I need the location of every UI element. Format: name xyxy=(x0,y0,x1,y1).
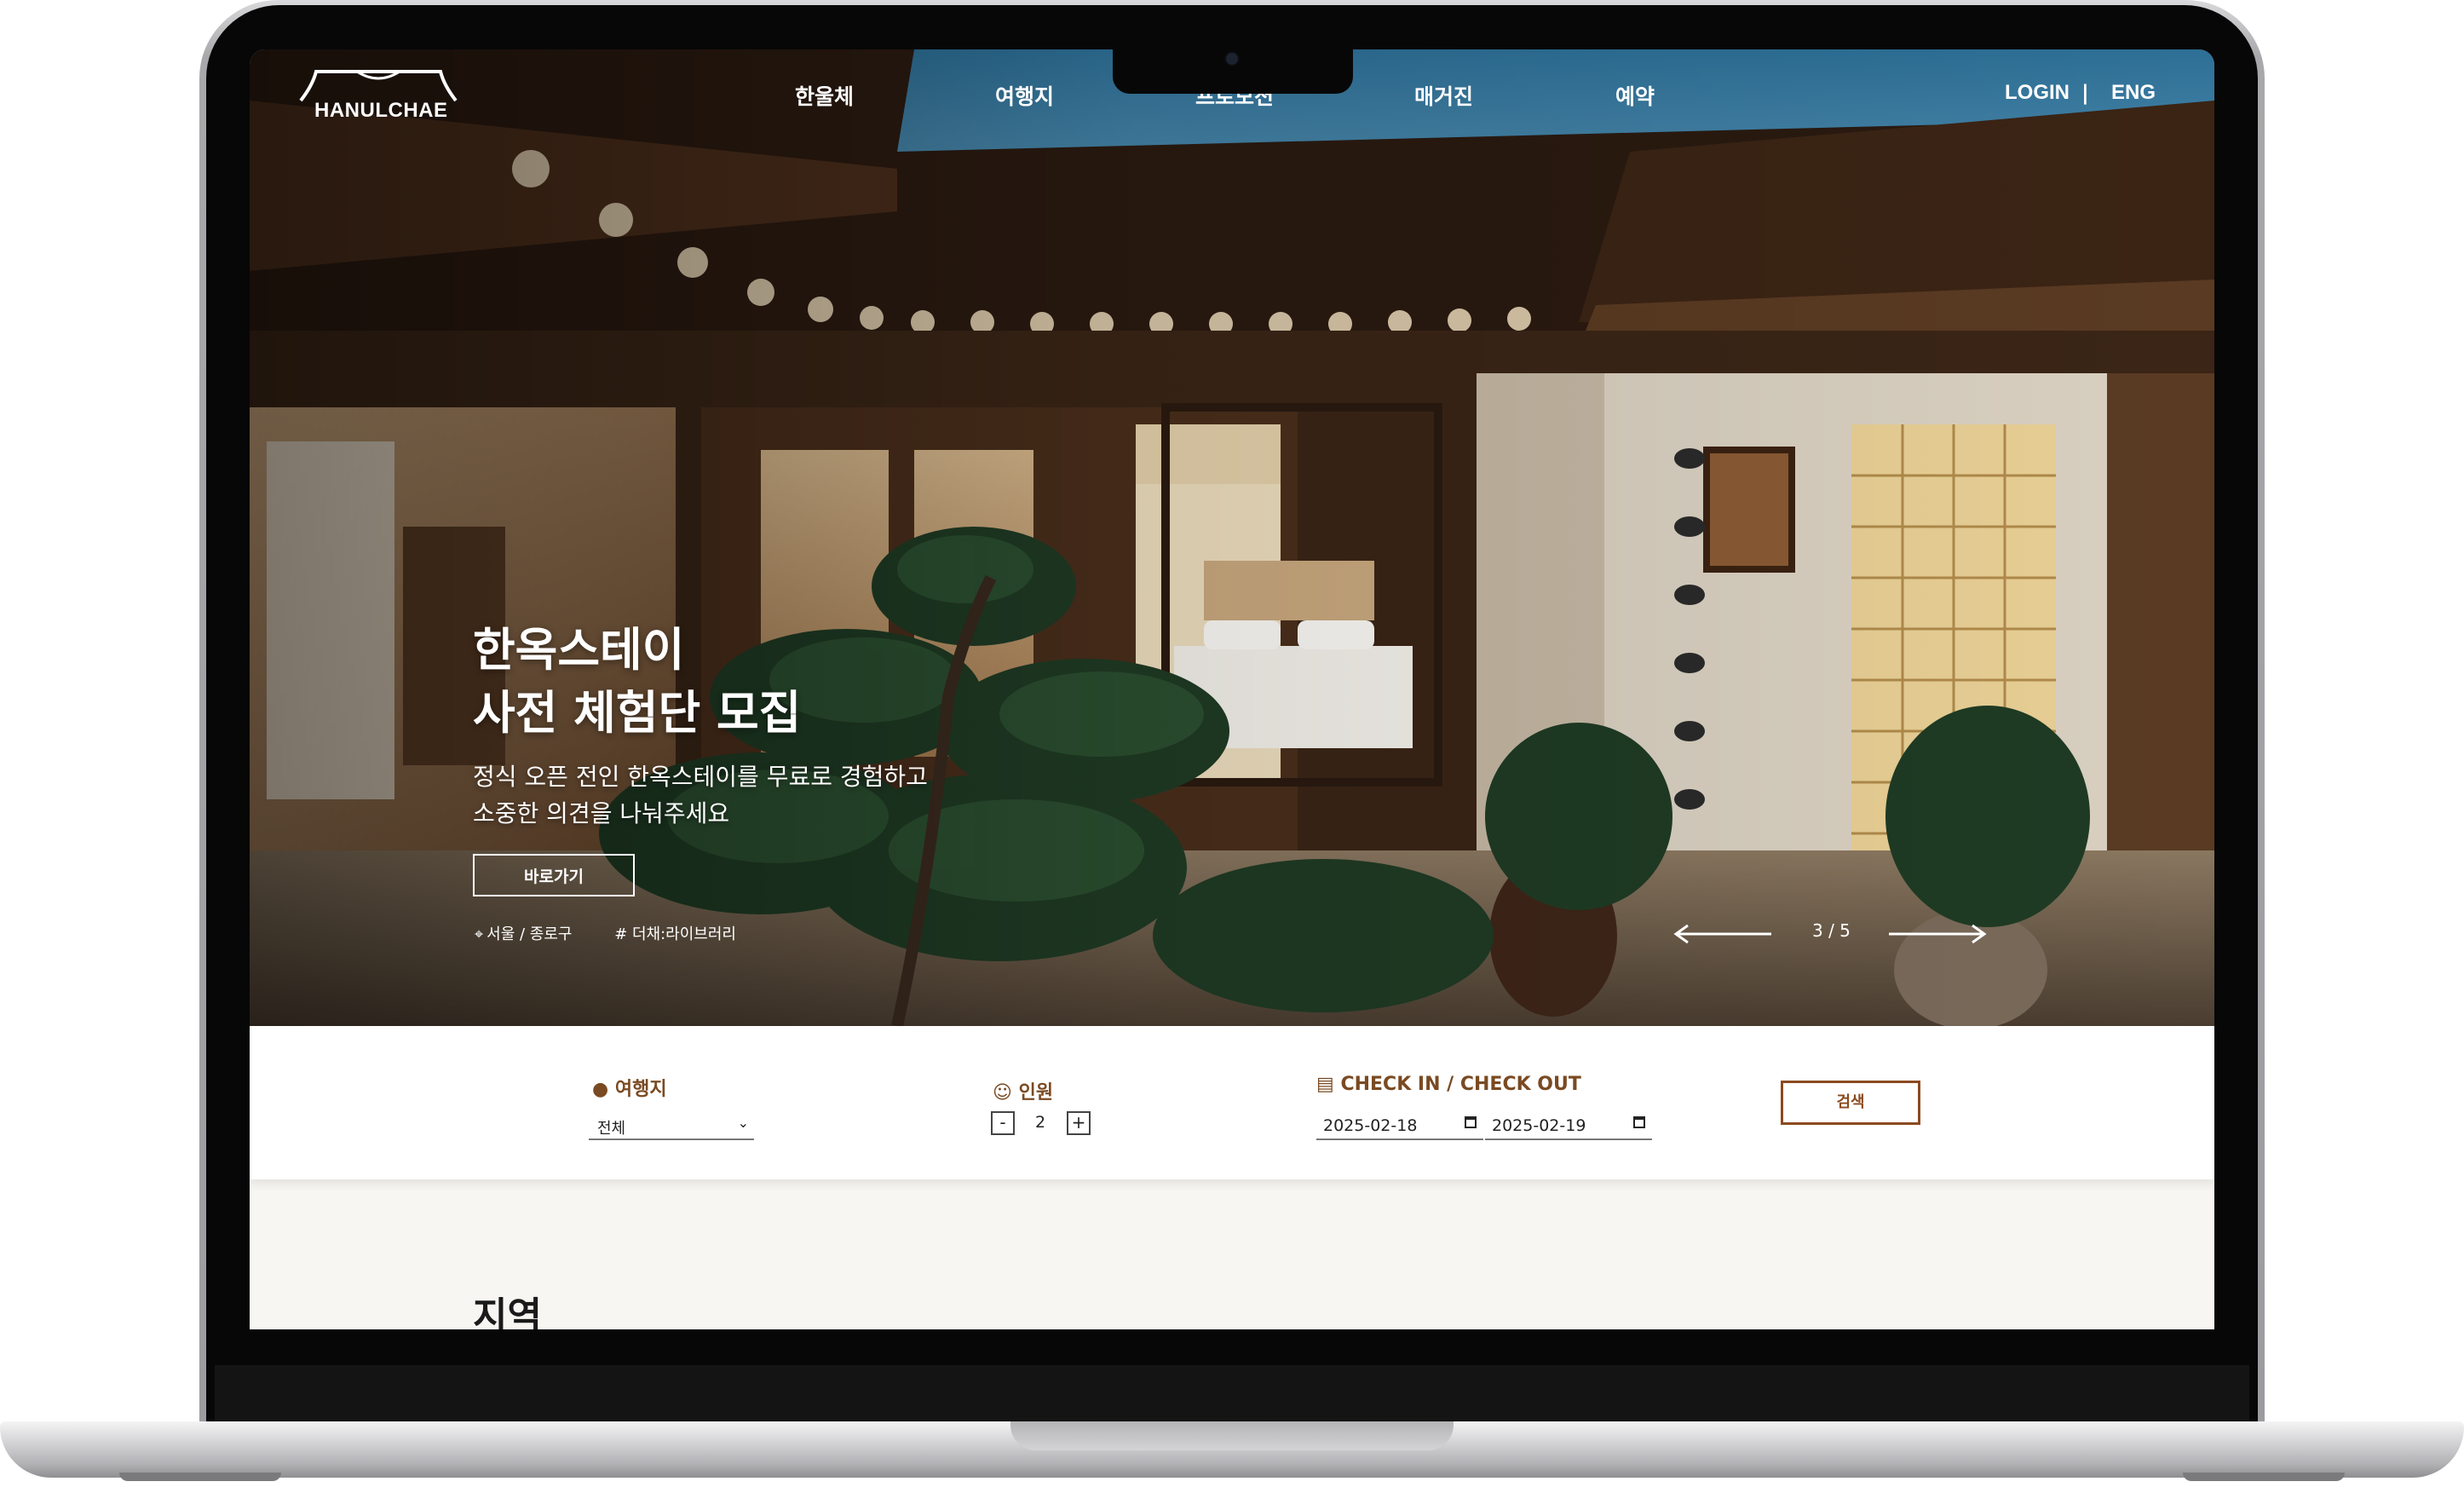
hero-section: HANULCHAE 한울체 여행지 프로모션 매거진 예약 LOGIN | EN… xyxy=(250,49,2214,1026)
arrow-left-icon[interactable] xyxy=(1672,924,1775,944)
guests-increment-button[interactable]: + xyxy=(1067,1111,1091,1135)
person-icon: ☺ xyxy=(993,1082,1012,1104)
login-link[interactable]: LOGIN xyxy=(2005,81,2070,105)
checkout-date-input[interactable]: 2025-02-19 xyxy=(1485,1111,1652,1140)
brand-name: HANULCHAE xyxy=(314,99,448,122)
checkout-value: 2025-02-19 xyxy=(1492,1116,1586,1135)
location-tag: ⌖ 서울 / 종로구 xyxy=(475,925,590,943)
hero-subtitle-line1: 정식 오픈 전인 한옥스테이를 무료로 경험하고 xyxy=(473,763,928,791)
checkin-date-input[interactable]: 2025-02-18 xyxy=(1316,1111,1483,1140)
guests-label: ☺ 인원 xyxy=(993,1077,1053,1104)
destination-label-text: 여행지 xyxy=(614,1079,667,1100)
hero-title: 한옥스테이 사전 체험단 모집 xyxy=(473,619,801,745)
slider-controls: 3 / 5 xyxy=(1672,919,1988,953)
hero-title-line1: 한옥스테이 xyxy=(473,623,685,677)
hero-subtitle: 정식 오픈 전인 한옥스테이를 무료로 경험하고 소중한 의견을 나눠주세요 xyxy=(473,758,928,832)
hero-meta: ⌖ 서울 / 종로구 # 더채:라이브러리 xyxy=(475,922,755,944)
destination-select[interactable]: 전체 ⌄ xyxy=(589,1111,754,1140)
search-button[interactable]: 검색 xyxy=(1781,1081,1920,1125)
laptop-base-notch xyxy=(1010,1421,1454,1450)
camera-icon xyxy=(1224,51,1240,66)
booking-search-bar: ● 여행지 전체 ⌄ ☺ 인원 - 2 + ▤ CHECK IN / CHECK… xyxy=(250,1026,2214,1179)
arrow-right-icon[interactable] xyxy=(1885,924,1988,944)
nav-destinations[interactable]: 여행지 xyxy=(995,80,1054,111)
dates-label-text: CHECK IN / CHECK OUT xyxy=(1340,1074,1581,1095)
location-text: 서울 / 종로구 xyxy=(486,925,573,943)
destination-value: 전체 xyxy=(597,1120,626,1138)
chevron-down-icon: ⌄ xyxy=(737,1115,749,1131)
hero-title-line2: 사전 체험단 모집 xyxy=(473,686,802,740)
hashtag-text[interactable]: # 더채:라이브러리 xyxy=(614,925,736,943)
map-pin-icon: ● xyxy=(592,1079,609,1100)
calendar-icon[interactable] xyxy=(1465,1116,1477,1128)
guests-label-text: 인원 xyxy=(1018,1082,1054,1104)
region-section-title: 지역 xyxy=(473,1294,542,1329)
destination-label: ● 여행지 xyxy=(592,1074,667,1101)
hero-cta-button[interactable]: 바로가기 xyxy=(473,854,635,896)
roof-logo-icon xyxy=(299,70,458,102)
utility-separator: | xyxy=(2081,81,2089,105)
brand-logo[interactable]: HANULCHAE xyxy=(297,68,459,128)
checkin-value: 2025-02-18 xyxy=(1323,1116,1418,1135)
map-pin-icon: ⌖ xyxy=(475,925,484,943)
laptop-foot-right xyxy=(2183,1473,2345,1481)
guests-count: 2 xyxy=(1035,1113,1046,1132)
laptop-foot-left xyxy=(119,1473,281,1481)
calendar-icon[interactable] xyxy=(1633,1116,1645,1128)
bezel-bottom xyxy=(215,1365,2249,1421)
dates-label: ▤ CHECK IN / CHECK OUT xyxy=(1316,1074,1581,1095)
slide-counter: 3 / 5 xyxy=(1812,920,1851,941)
calendar-icon: ▤ xyxy=(1316,1074,1334,1095)
browser-screen: HANULCHAE 한울체 여행지 프로모션 매거진 예약 LOGIN | EN… xyxy=(250,49,2214,1329)
nav-hanulchae[interactable]: 한울체 xyxy=(795,80,854,111)
hero-subtitle-line2: 소중한 의견을 나눠주세요 xyxy=(473,799,730,827)
nav-magazine[interactable]: 매거진 xyxy=(1414,80,1473,111)
nav-reservation[interactable]: 예약 xyxy=(1615,80,1655,111)
guests-decrement-button[interactable]: - xyxy=(991,1111,1015,1135)
language-link[interactable]: ENG xyxy=(2111,81,2156,105)
